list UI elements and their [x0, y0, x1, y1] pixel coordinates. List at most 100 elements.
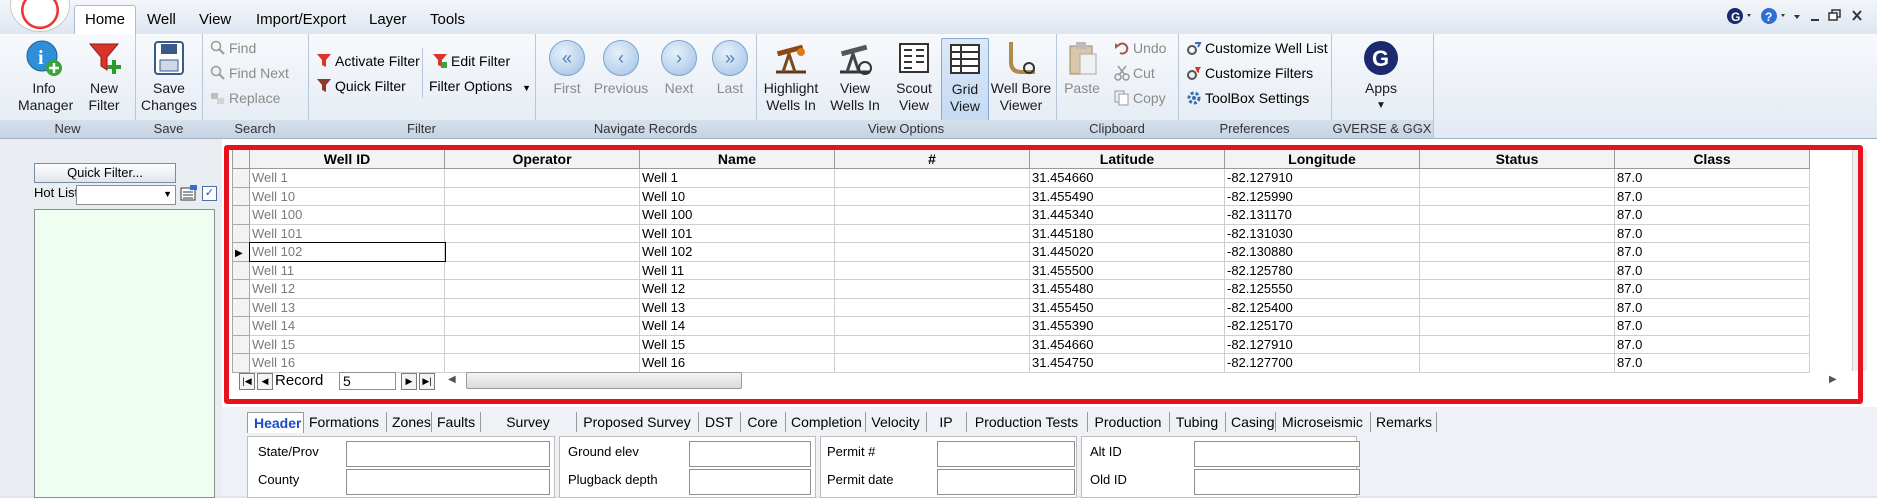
apps-button[interactable]: G Apps ▼ — [1351, 38, 1411, 114]
cell-well-id[interactable]: Well 16 — [249, 353, 445, 373]
cell-status[interactable] — [1419, 223, 1615, 243]
cell-name[interactable]: Well 11 — [639, 260, 835, 280]
field-input-ground-elev[interactable] — [689, 441, 811, 467]
tab-zones[interactable]: Zones — [386, 412, 432, 432]
cell-class[interactable]: 87.0 — [1614, 316, 1810, 336]
cell-latitude[interactable]: 31.455450 — [1029, 297, 1225, 317]
row-header[interactable] — [232, 297, 250, 317]
filter-options-button[interactable]: Filter Options ▼ — [429, 76, 531, 98]
tab-velocity[interactable]: Velocity — [865, 412, 927, 432]
cell-operator[interactable] — [444, 260, 640, 280]
cell-well-id[interactable]: Well 14 — [249, 316, 445, 336]
record-last-button[interactable]: ▶| — [419, 373, 435, 390]
tab-dst[interactable]: DST — [698, 412, 741, 432]
row-header[interactable] — [232, 168, 250, 188]
cell-operator[interactable] — [444, 186, 640, 206]
quick-filter-button[interactable]: Quick Filter — [316, 76, 406, 96]
cell-operator[interactable] — [444, 334, 640, 354]
copy-button[interactable]: Copy — [1114, 88, 1166, 108]
scroll-right-icon[interactable]: ▶ — [1829, 374, 1837, 385]
field-input-old-id[interactable] — [1194, 469, 1360, 495]
tab-tubing[interactable]: Tubing — [1169, 412, 1226, 432]
horizontal-scrollbar-thumb[interactable] — [466, 372, 742, 389]
row-header[interactable] — [232, 353, 250, 373]
quick-filter-open-button[interactable]: Quick Filter... — [34, 163, 176, 183]
field-input-permit-date[interactable] — [937, 469, 1075, 495]
tab-ip[interactable]: IP — [926, 412, 967, 432]
previous-record-button[interactable]: ‹ Previous — [588, 38, 654, 97]
table-row[interactable]: Well 100 Well 100 31.445340 -82.131170 87.0 — [232, 205, 1810, 225]
cell-longitude[interactable]: -82.125400 — [1224, 297, 1420, 317]
cell-latitude[interactable]: 31.454660 — [1029, 334, 1225, 354]
cell-operator[interactable] — [444, 353, 640, 373]
hot-list-edit-icon[interactable] — [180, 184, 198, 205]
cell-class[interactable]: 87.0 — [1614, 260, 1810, 280]
cell-latitude[interactable]: 31.445340 — [1029, 205, 1225, 225]
hot-list-dropdown[interactable]: ▼ — [76, 185, 176, 205]
row-header[interactable] — [232, 334, 250, 354]
column-header-well-id[interactable]: Well ID — [249, 149, 445, 169]
replace-button[interactable]: Replace — [210, 88, 280, 108]
minimize-icon[interactable] — [1808, 7, 1822, 28]
cell-operator[interactable] — [444, 279, 640, 299]
help-icon[interactable]: ? — [1760, 7, 1790, 28]
cell-operator[interactable] — [444, 168, 640, 188]
scroll-left-icon[interactable]: ◀ — [448, 374, 456, 385]
info-manager-button[interactable]: i Info Manager — [18, 38, 73, 114]
cell-longitude[interactable]: -82.127700 — [1224, 353, 1420, 373]
cell-name[interactable]: Well 13 — [639, 297, 835, 317]
column-header-status[interactable]: Status — [1419, 149, 1615, 169]
cell-number[interactable] — [834, 297, 1030, 317]
field-input-plugback-depth[interactable] — [689, 469, 811, 495]
cell-number[interactable] — [834, 334, 1030, 354]
cell-well-id[interactable]: Well 11 — [249, 260, 445, 280]
cell-status[interactable] — [1419, 279, 1615, 299]
menu-tab-layer[interactable]: Layer — [359, 8, 417, 32]
gverse-account-icon[interactable]: G — [1726, 7, 1756, 28]
column-header-longitude[interactable]: Longitude — [1224, 149, 1420, 169]
cell-latitude[interactable]: 31.455480 — [1029, 279, 1225, 299]
toolbox-settings-button[interactable]: ToolBox Settings — [1186, 88, 1309, 108]
cell-operator[interactable] — [444, 223, 640, 243]
cell-latitude[interactable]: 31.445180 — [1029, 223, 1225, 243]
field-input-state-prov[interactable] — [346, 441, 550, 467]
record-number-input[interactable]: 5 — [339, 372, 396, 390]
ribbon-options-icon[interactable] — [1792, 7, 1804, 28]
cell-status[interactable] — [1419, 186, 1615, 206]
table-row[interactable]: Well 11 Well 11 31.455500 -82.125780 87.0 — [232, 260, 1810, 280]
cell-well-id[interactable]: Well 12 — [249, 279, 445, 299]
cell-well-id[interactable]: Well 10 — [249, 186, 445, 206]
cell-class[interactable]: 87.0 — [1614, 168, 1810, 188]
menu-tab-home[interactable]: Home — [74, 5, 137, 34]
cell-class[interactable]: 87.0 — [1614, 223, 1810, 243]
cell-number[interactable] — [834, 168, 1030, 188]
cell-name[interactable]: Well 12 — [639, 279, 835, 299]
table-row[interactable]: Well 14 Well 14 31.455390 -82.125170 87.0 — [232, 316, 1810, 336]
cell-operator[interactable] — [444, 205, 640, 225]
cell-latitude[interactable]: 31.455390 — [1029, 316, 1225, 336]
menu-tab-view[interactable]: View — [189, 8, 241, 32]
cell-well-id[interactable]: Well 100 — [249, 205, 445, 225]
undo-button[interactable]: Undo — [1114, 38, 1166, 58]
cell-name[interactable]: Well 14 — [639, 316, 835, 336]
tab-survey[interactable]: Survey — [480, 412, 577, 432]
new-filter-button[interactable]: New Filter — [80, 38, 128, 114]
table-row[interactable]: Well 101 Well 101 31.445180 -82.131030 87.0 — [232, 223, 1810, 243]
cell-latitude[interactable]: 31.445020 — [1029, 242, 1225, 262]
field-input-county[interactable] — [346, 469, 550, 495]
table-row[interactable]: Well 10 Well 10 31.455490 -82.125990 87.0 — [232, 186, 1810, 206]
cell-status[interactable] — [1419, 260, 1615, 280]
cell-longitude[interactable]: -82.127910 — [1224, 334, 1420, 354]
table-row[interactable]: Well 16 Well 16 31.454750 -82.127700 87.0 — [232, 353, 1810, 373]
cell-latitude[interactable]: 31.454660 — [1029, 168, 1225, 188]
cell-longitude[interactable]: -82.130880 — [1224, 242, 1420, 262]
field-input-alt-id[interactable] — [1194, 441, 1360, 467]
cell-name[interactable]: Well 15 — [639, 334, 835, 354]
tab-production-tests[interactable]: Production Tests — [966, 412, 1088, 432]
tab-casing[interactable]: Casing — [1225, 412, 1276, 432]
cell-class[interactable]: 87.0 — [1614, 334, 1810, 354]
cell-latitude[interactable]: 31.454750 — [1029, 353, 1225, 373]
cell-longitude[interactable]: -82.125170 — [1224, 316, 1420, 336]
table-row[interactable]: Well 1 Well 1 31.454660 -82.127910 87.0 — [232, 168, 1810, 188]
cell-number[interactable] — [834, 205, 1030, 225]
